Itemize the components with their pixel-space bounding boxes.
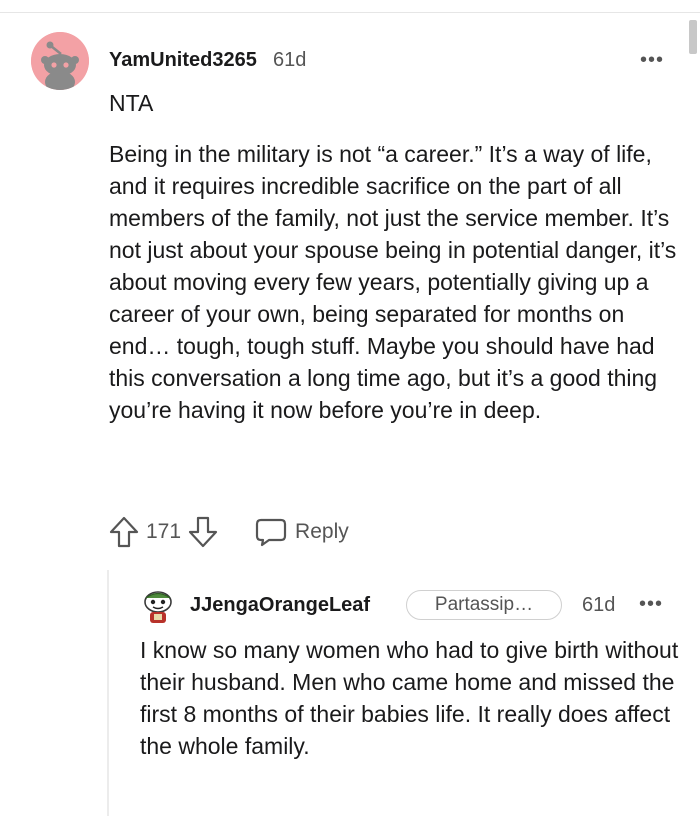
snoo-avatar-icon <box>144 591 172 623</box>
arrow-up-icon[interactable] <box>108 515 140 549</box>
comment-verdict: NTA <box>109 90 154 116</box>
comment-body: Being in the military is not “a career.”… <box>109 141 677 423</box>
user-flair[interactable]: Partassip… <box>406 590 562 620</box>
arrow-down-icon[interactable] <box>187 515 219 549</box>
more-options-icon[interactable]: ••• <box>639 594 663 614</box>
vote-score: 171 <box>146 520 182 543</box>
reply-username[interactable]: JJengaOrangeLeaf <box>190 594 370 617</box>
comment-timestamp: 61d <box>273 49 307 71</box>
more-options-icon[interactable]: ••• <box>640 50 664 70</box>
reply-timestamp: 61d <box>582 594 616 616</box>
thread-line[interactable] <box>107 570 109 816</box>
top-divider <box>0 12 700 13</box>
speech-bubble-icon <box>255 518 287 547</box>
reply-avatar[interactable] <box>142 590 174 624</box>
avatar[interactable] <box>31 32 89 90</box>
comment-actions: 171 Reply <box>108 514 349 550</box>
comment-username[interactable]: YamUnited3265 <box>109 49 257 72</box>
reply-body: I know so many women who had to give bir… <box>140 637 679 759</box>
scrollbar-thumb[interactable] <box>689 20 697 54</box>
snoo-avatar-icon <box>31 32 89 90</box>
reply-button[interactable]: Reply <box>255 517 349 547</box>
reply-label: Reply <box>295 520 349 543</box>
